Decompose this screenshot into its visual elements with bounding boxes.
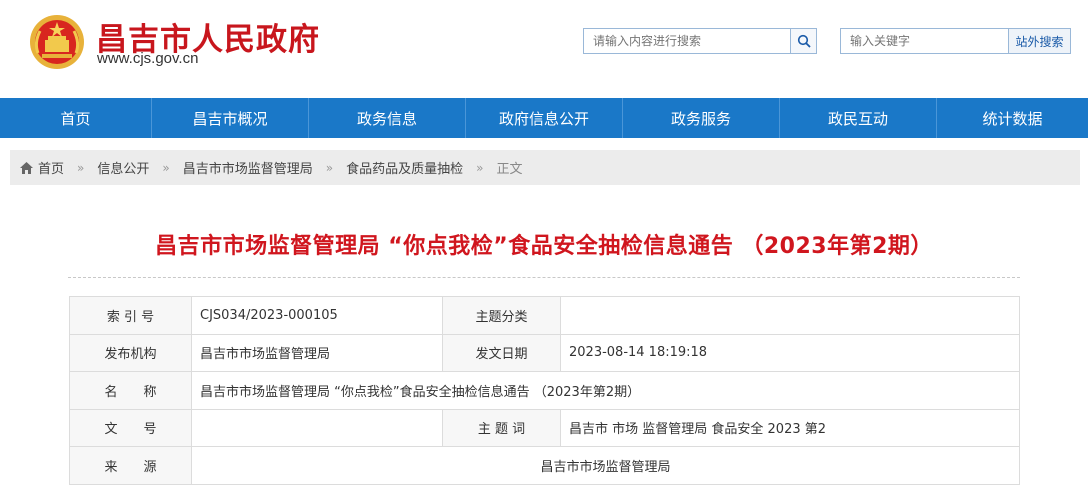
date-value: 2023-08-14 18:19:18 xyxy=(560,333,1020,372)
publisher-value: 昌吉市市场监督管理局 xyxy=(191,333,443,372)
site-url: www.cjs.gov.cn xyxy=(97,50,199,67)
table-row: 索 引 号 CJS034/2023-000105 主题分类 xyxy=(69,296,1020,335)
title-divider xyxy=(68,277,1020,278)
index-value: CJS034/2023-000105 xyxy=(191,296,443,335)
source-value: 昌吉市市场监督管理局 xyxy=(191,446,1020,485)
category-label: 主题分类 xyxy=(442,296,561,335)
doc-number-value xyxy=(191,408,443,447)
search-box xyxy=(583,28,817,54)
nav-item-gov-info[interactable]: 政务信息 xyxy=(309,98,466,138)
table-row: 发布机构 昌吉市市场监督管理局 发文日期 2023-08-14 18:19:18 xyxy=(69,333,1020,372)
breadcrumb-separator: » xyxy=(325,160,334,175)
breadcrumb-current: 正文 xyxy=(496,162,523,177)
nav-item-home[interactable]: 首页 xyxy=(0,98,152,138)
nav-item-overview[interactable]: 昌吉市概况 xyxy=(152,98,309,138)
table-row: 名 称 昌吉市市场监督管理局 “你点我检”食品安全抽检信息通告 （2023年第2… xyxy=(69,371,1020,410)
home-icon xyxy=(20,161,33,174)
keyword-input[interactable] xyxy=(841,29,1009,53)
date-label: 发文日期 xyxy=(442,333,561,372)
search-icon xyxy=(797,34,811,48)
search-button[interactable] xyxy=(790,29,816,53)
category-value xyxy=(560,296,1020,335)
name-value: 昌吉市市场监督管理局 “你点我检”食品安全抽检信息通告 （2023年第2期） xyxy=(191,371,1020,410)
site-search-box: 站外搜索 xyxy=(840,28,1071,54)
table-row: 来 源 昌吉市市场监督管理局 xyxy=(69,446,1020,485)
national-emblem-icon[interactable] xyxy=(28,13,86,71)
main-nav: 首页 昌吉市概况 政务信息 政府信息公开 政务服务 政民互动 统计数据 xyxy=(0,98,1088,138)
nav-item-info-disclosure[interactable]: 政府信息公开 xyxy=(466,98,623,138)
keywords-value: 昌吉市 市场 监督管理局 食品安全 2023 第2 xyxy=(560,408,1020,447)
breadcrumb-bureau[interactable]: 昌吉市市场监督管理局 xyxy=(183,158,313,177)
source-label: 来 源 xyxy=(69,446,192,485)
breadcrumb: 首页 » 信息公开 » 昌吉市市场监督管理局 » 食品药品及质量抽检 » 正文 xyxy=(10,150,1080,185)
breadcrumb-separator: » xyxy=(476,160,484,175)
publisher-label: 发布机构 xyxy=(69,333,192,372)
table-row: 文 号 主 题 词 昌吉市 市场 监督管理局 食品安全 2023 第2 xyxy=(69,408,1020,447)
nav-item-services[interactable]: 政务服务 xyxy=(623,98,780,138)
breadcrumb-info-disclosure[interactable]: 信息公开 xyxy=(97,158,149,177)
article-title: 昌吉市市场监督管理局 “你点我检”食品安全抽检信息通告 （2023年第2期） xyxy=(155,234,933,259)
breadcrumb-category[interactable]: 食品药品及质量抽检 xyxy=(346,158,463,177)
name-label: 名 称 xyxy=(69,371,192,410)
doc-number-label: 文 号 xyxy=(69,408,192,447)
index-label: 索 引 号 xyxy=(69,296,192,335)
keywords-label: 主 题 词 xyxy=(442,408,561,447)
breadcrumb-home[interactable]: 首页 xyxy=(38,158,64,177)
document-meta-table: 索 引 号 CJS034/2023-000105 主题分类 发布机构 昌吉市市场… xyxy=(69,296,1020,485)
site-header: 昌吉市人民政府 www.cjs.gov.cn 站外搜索 xyxy=(0,0,1088,98)
site-search-button[interactable]: 站外搜索 xyxy=(1008,29,1070,53)
breadcrumb-separator: » xyxy=(162,160,170,175)
breadcrumb-separator: » xyxy=(77,160,85,175)
nav-item-interaction[interactable]: 政民互动 xyxy=(780,98,937,138)
search-input[interactable] xyxy=(584,29,792,53)
nav-item-statistics[interactable]: 统计数据 xyxy=(937,98,1088,138)
